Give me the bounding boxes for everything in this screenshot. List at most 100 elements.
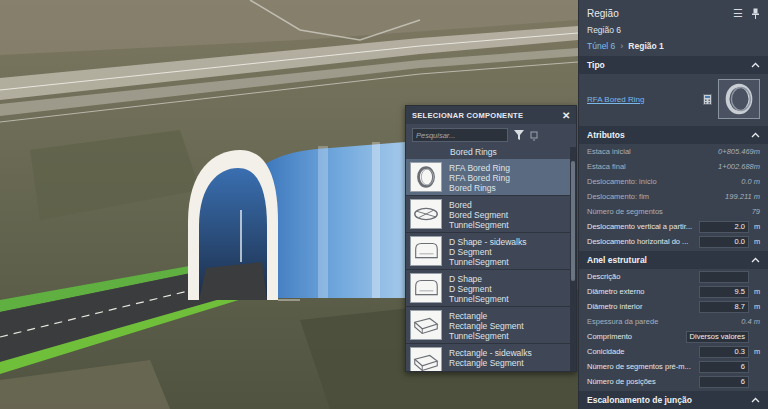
collapse-chevron-icon[interactable]: [751, 132, 760, 138]
component-line: Bored Rings: [449, 183, 510, 193]
property-unit: m: [752, 237, 762, 246]
select-component-dialog: SELECIONAR COMPONENTE✕Bored RingsRFA Bor…: [405, 105, 577, 372]
section-header[interactable]: Anel estrutural: [579, 251, 768, 269]
component-item[interactable]: D Shape - sidewalksD SegmentTunnelSegmen…: [406, 233, 570, 270]
property-row: Conicidade0.3m: [579, 344, 768, 359]
component-line: RFA Bored Ring: [449, 173, 510, 183]
component-list-area: Bored RingsRFA Bored RingRFA Bored RingB…: [406, 147, 576, 371]
component-list: Bored RingsRFA Bored RingRFA Bored RingB…: [406, 147, 570, 371]
rect-thumbnail-icon: [410, 347, 442, 371]
component-line: Rectangle - sidewalks: [449, 348, 532, 358]
property-label: Deslocamento: fim: [587, 192, 722, 201]
section-title: Anel estrutural: [587, 255, 751, 265]
property-label: Estaca inicial: [587, 147, 715, 156]
dshape-thumbnail-icon: [410, 273, 442, 303]
menu-icon[interactable]: ☰: [733, 8, 743, 19]
component-item[interactable]: RectangleRectangle SegmentTunnelSegment: [406, 307, 570, 344]
component-text: D Shape - sidewalksD SegmentTunnelSegmen…: [449, 236, 526, 267]
dialog-title: SELECIONAR COMPONENTE: [412, 111, 562, 120]
property-row: Diâmetro interior8.7m: [579, 299, 768, 314]
breadcrumb-item[interactable]: Região 1: [628, 41, 663, 51]
section-header[interactable]: Tipo: [579, 56, 768, 74]
component-line: D Shape - sidewalks: [449, 237, 526, 247]
calculator-icon[interactable]: [703, 94, 712, 105]
property-row: Estaca inicial0+805.469m: [579, 144, 768, 159]
property-label: Número de segmentos: [587, 207, 749, 216]
component-line: TunnelSegment: [449, 220, 509, 230]
section-header[interactable]: Atributos: [579, 126, 768, 144]
property-input[interactable]: [699, 271, 749, 283]
section-title: Atributos: [587, 130, 751, 140]
property-label: Descrição: [587, 272, 696, 281]
property-input[interactable]: 6: [699, 361, 749, 373]
collapse-chevron-icon[interactable]: [751, 257, 760, 263]
component-item[interactable]: BoredBored SegmentTunnelSegment: [406, 196, 570, 233]
property-value: 0+805.469m: [718, 147, 762, 156]
property-input[interactable]: 0.3: [699, 346, 749, 358]
ring-thumbnail-icon: [410, 162, 442, 192]
property-label: Diâmetro externo: [587, 287, 696, 296]
breadcrumb: Túnel 6 › Região 1: [579, 38, 768, 54]
property-row: Descrição: [579, 269, 768, 284]
collapse-chevron-icon[interactable]: [751, 62, 760, 68]
property-label: Deslocamento: início: [587, 177, 738, 186]
property-label: Conicidade: [587, 347, 696, 356]
region-name: Região 6: [579, 22, 768, 38]
component-item[interactable]: Rectangle - sidewalksRectangle Segment: [406, 344, 570, 371]
property-row: Deslocamento: início0.0 m: [579, 174, 768, 189]
property-row: Diâmetro externo9.5m: [579, 284, 768, 299]
dropdown-icon[interactable]: [530, 129, 538, 141]
property-row: Deslocamento horizontal do ...0.0m: [579, 234, 768, 249]
scrollbar-thumb[interactable]: [571, 161, 575, 281]
component-text: RectangleRectangle SegmentTunnelSegment: [449, 310, 524, 341]
property-input[interactable]: 8.7: [699, 301, 749, 313]
component-item[interactable]: Bored Rings: [406, 147, 570, 159]
component-line: Bored Rings: [450, 147, 570, 158]
property-input[interactable]: 9.5: [699, 286, 749, 298]
search-field[interactable]: [412, 128, 508, 142]
component-text: RFA Bored RingRFA Bored RingBored Rings: [449, 162, 510, 193]
type-link[interactable]: RFA Bored Ring: [587, 95, 697, 104]
property-input[interactable]: 6: [699, 376, 749, 388]
component-text: Rectangle - sidewalksRectangle Segment: [449, 347, 532, 368]
component-line: Bored Segment: [449, 210, 509, 220]
section-header[interactable]: Escalonamento de junção: [579, 391, 768, 409]
property-label: Deslocamento horizontal do ...: [587, 237, 696, 246]
component-text: BoredBored SegmentTunnelSegment: [449, 199, 509, 230]
section-title: Tipo: [587, 60, 751, 70]
property-row: Deslocamento: fim199.211 m: [579, 189, 768, 204]
breadcrumb-separator: ›: [620, 41, 623, 51]
component-item[interactable]: RFA Bored RingRFA Bored RingBored Rings: [406, 159, 570, 196]
property-input[interactable]: 2.0: [699, 221, 749, 233]
ring-thumbnail-icon[interactable]: [718, 79, 760, 119]
component-item[interactable]: D ShapeD SegmentTunnelSegment: [406, 270, 570, 307]
scrollbar[interactable]: [570, 147, 576, 371]
component-line: TunnelSegment: [449, 331, 524, 341]
breadcrumb-item[interactable]: Túnel 6: [587, 41, 615, 51]
bored-thumbnail-icon: [410, 199, 442, 229]
component-line: TunnelSegment: [449, 294, 509, 304]
property-input[interactable]: Diversos valores: [686, 331, 749, 343]
property-input[interactable]: 0.0: [699, 236, 749, 248]
component-line: RFA Bored Ring: [449, 163, 510, 173]
close-button[interactable]: ✕: [562, 110, 570, 121]
property-value: 1+002.688m: [718, 162, 762, 171]
search-row: [406, 124, 576, 147]
panel-title: Região: [587, 8, 733, 19]
component-line: Rectangle Segment: [449, 321, 524, 331]
collapse-chevron-icon[interactable]: [751, 397, 760, 403]
component-line: Rectangle: [449, 311, 524, 321]
property-unit: m: [752, 287, 762, 296]
property-row: Número de segmentos pré-m...6: [579, 359, 768, 374]
map-viewport[interactable]: SELECIONAR COMPONENTE✕Bored RingsRFA Bor…: [0, 0, 578, 409]
type-body: RFA Bored Ring: [579, 74, 768, 124]
property-value: 199.211 m: [725, 192, 762, 201]
dshape-thumbnail-icon: [410, 236, 442, 266]
property-row: Espessura da parede0.4 m: [579, 314, 768, 329]
filter-icon[interactable]: [513, 129, 525, 141]
property-label: Espessura da parede: [587, 317, 738, 326]
pin-icon[interactable]: [751, 8, 760, 19]
component-line: D Segment: [449, 247, 526, 257]
panel-header: Região☰: [579, 0, 768, 22]
property-label: Estaca final: [587, 162, 715, 171]
